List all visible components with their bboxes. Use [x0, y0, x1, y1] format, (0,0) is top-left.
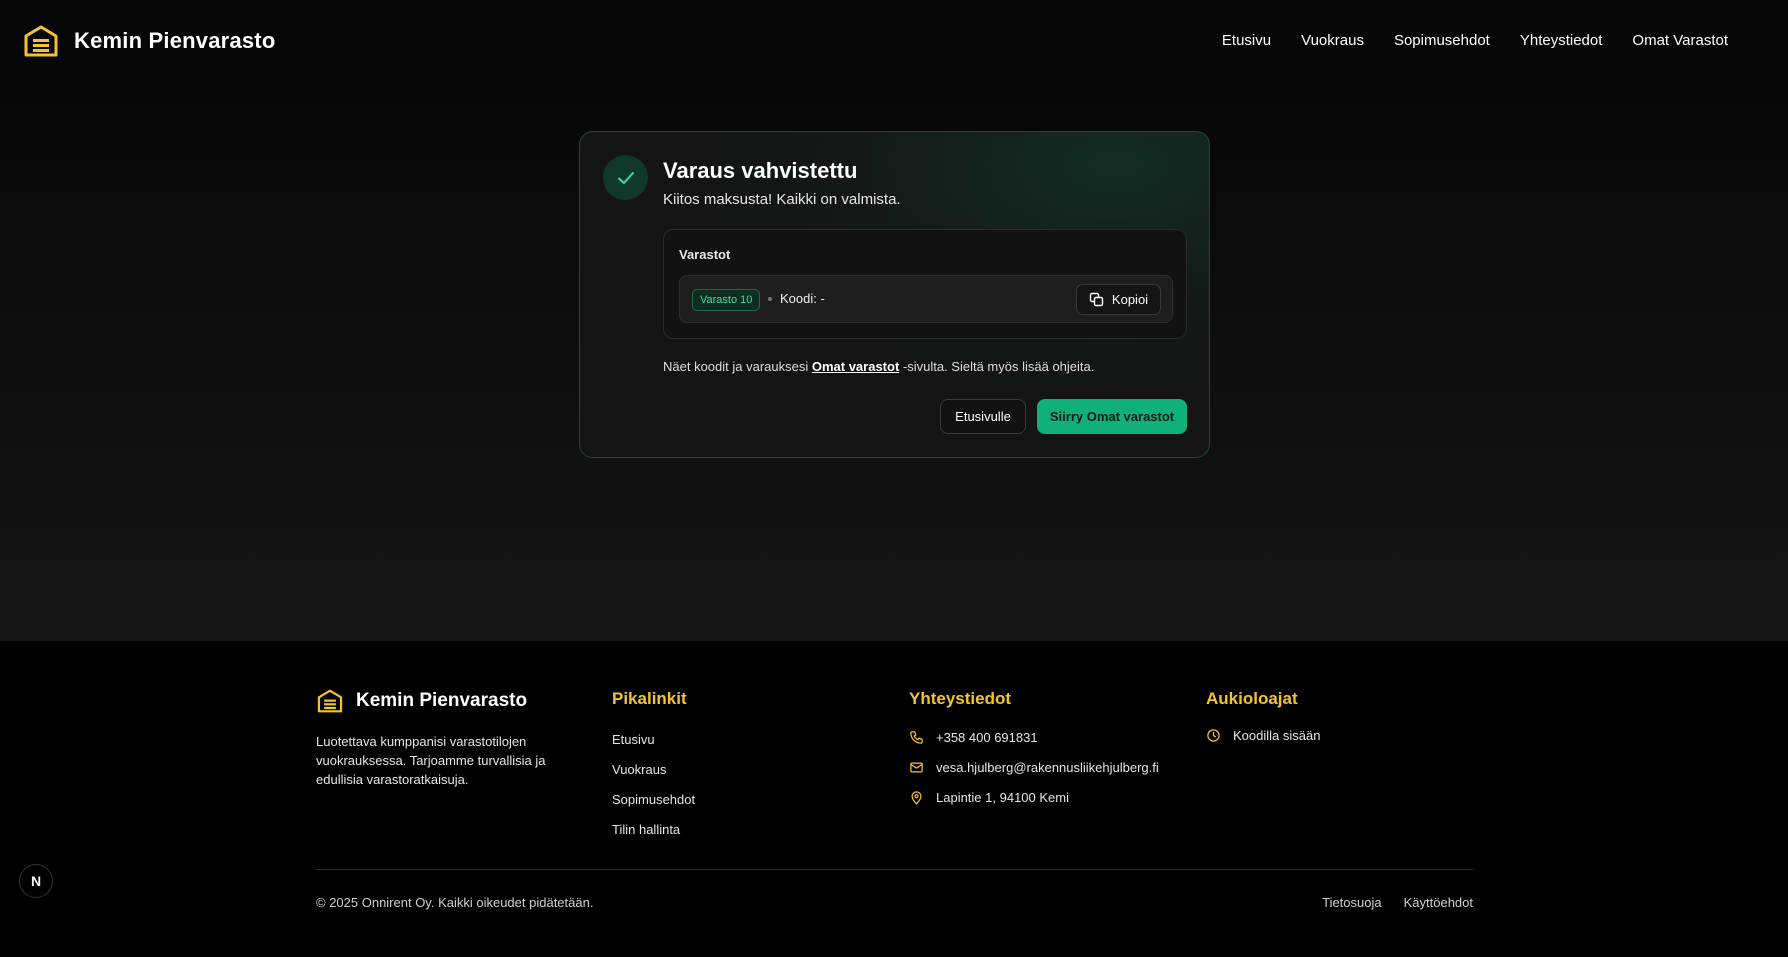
legal-links: Tietosuoja Käyttöehdot: [1322, 895, 1473, 910]
confirmation-subtitle: Kiitos maksusta! Kaikki on valmista.: [663, 191, 901, 208]
footer-divider: [316, 869, 1473, 870]
storage-badge: Varasto 10: [692, 289, 761, 311]
site-footer: Kemin Pienvarasto Luotettava kumppanisi …: [0, 641, 1788, 957]
terms-link[interactable]: Käyttöehdot: [1404, 895, 1473, 910]
nav-omat-varastot[interactable]: Omat Varastot: [1632, 32, 1728, 49]
info-text: Näet koodit ja varauksesi Omat varastot …: [663, 359, 1094, 374]
hours-title: Aukioloajat: [1206, 689, 1298, 708]
nav-vuokraus[interactable]: Vuokraus: [1301, 32, 1364, 49]
email-address[interactable]: vesa.hjulberg@rakennusliikehjulberg.fi: [936, 760, 1159, 775]
site-header: Kemin Pienvarasto Etusivu Vuokraus Sopim…: [0, 0, 1788, 84]
contact-title: Yhteystiedot: [909, 689, 1012, 708]
check-icon: [617, 171, 634, 184]
info-prefix: Näet koodit ja varauksesi: [663, 359, 812, 374]
confirmation-title: Varaus vahvistettu: [663, 158, 858, 183]
nav-sopimusehdot[interactable]: Sopimusehdot: [1394, 32, 1490, 49]
storages-label: Varastot: [679, 247, 731, 262]
home-button[interactable]: Etusivulle: [940, 399, 1026, 434]
storage-row: Varasto 10 Koodi: - Kopioi: [679, 275, 1173, 323]
street-address: Lapintie 1, 94100 Kemi: [936, 789, 1069, 805]
brand-name: Kemin Pienvarasto: [74, 28, 276, 53]
map-pin-icon: [911, 790, 922, 805]
storages-panel: Varastot Varasto 10 Koodi: - Kopioi: [663, 229, 1187, 339]
opening-hours: Koodilla sisään: [1206, 728, 1320, 743]
mail-icon: [910, 762, 923, 772]
brand-logo-link[interactable]: Kemin Pienvarasto: [22, 22, 275, 60]
confirmation-card: Varaus vahvistettu Kiitos maksusta! Kaik…: [579, 131, 1210, 458]
main-nav: Etusivu Vuokraus Sopimusehdot Yhteystied…: [1222, 32, 1728, 49]
copy-icon: [1089, 292, 1104, 307]
nav-yhteystiedot[interactable]: Yhteystiedot: [1520, 32, 1603, 49]
footer-description: Luotettava kumppanisi varastotilojen vuo…: [316, 734, 546, 787]
footer-link-sopimusehdot[interactable]: Sopimusehdot: [612, 791, 695, 808]
warehouse-icon: [24, 25, 58, 57]
hours-text: Koodilla sisään: [1233, 728, 1321, 743]
footer-brand-name: Kemin Pienvarasto: [356, 690, 528, 711]
contact-address: Lapintie 1, 94100 Kemi: [909, 788, 1159, 806]
footer-link-vuokraus[interactable]: Vuokraus: [612, 761, 695, 778]
copyright: © 2025 Onnirent Oy. Kaikki oikeudet pidä…: [316, 895, 594, 910]
footer-link-etusivu[interactable]: Etusivu: [612, 731, 695, 748]
storage-code: Koodi: -: [780, 291, 825, 306]
copy-label: Kopioi: [1111, 292, 1149, 307]
quick-links-title: Pikalinkit: [612, 689, 687, 708]
phone-number[interactable]: +358 400 691831: [936, 730, 1038, 745]
go-to-storages-button[interactable]: Siirry Omat varastot: [1037, 399, 1187, 434]
contact-phone: +358 400 691831: [909, 728, 1159, 746]
contact-list: +358 400 691831 vesa.hjulberg@rakennusli…: [909, 728, 1159, 806]
warehouse-icon: [317, 689, 343, 713]
copy-button[interactable]: Kopioi: [1076, 284, 1161, 315]
success-indicator: [603, 155, 648, 200]
separator-dot: [768, 297, 772, 301]
footer-brand: Kemin Pienvarasto: [316, 687, 527, 715]
clock-icon: [1207, 729, 1220, 742]
omat-varastot-link[interactable]: Omat varastot: [812, 359, 899, 374]
footer-link-tilin-hallinta[interactable]: Tilin hallinta: [612, 821, 695, 838]
contact-email: vesa.hjulberg@rakennusliikehjulberg.fi: [909, 758, 1159, 776]
privacy-link[interactable]: Tietosuoja: [1322, 895, 1382, 910]
nav-etusivu[interactable]: Etusivu: [1222, 32, 1271, 49]
quick-links: Etusivu Vuokraus Sopimusehdot Tilin hall…: [612, 731, 695, 838]
phone-icon: [910, 730, 923, 744]
nextjs-dev-indicator[interactable]: N: [19, 864, 53, 898]
info-suffix: -sivulta. Sieltä myös lisää ohjeita.: [899, 359, 1095, 374]
